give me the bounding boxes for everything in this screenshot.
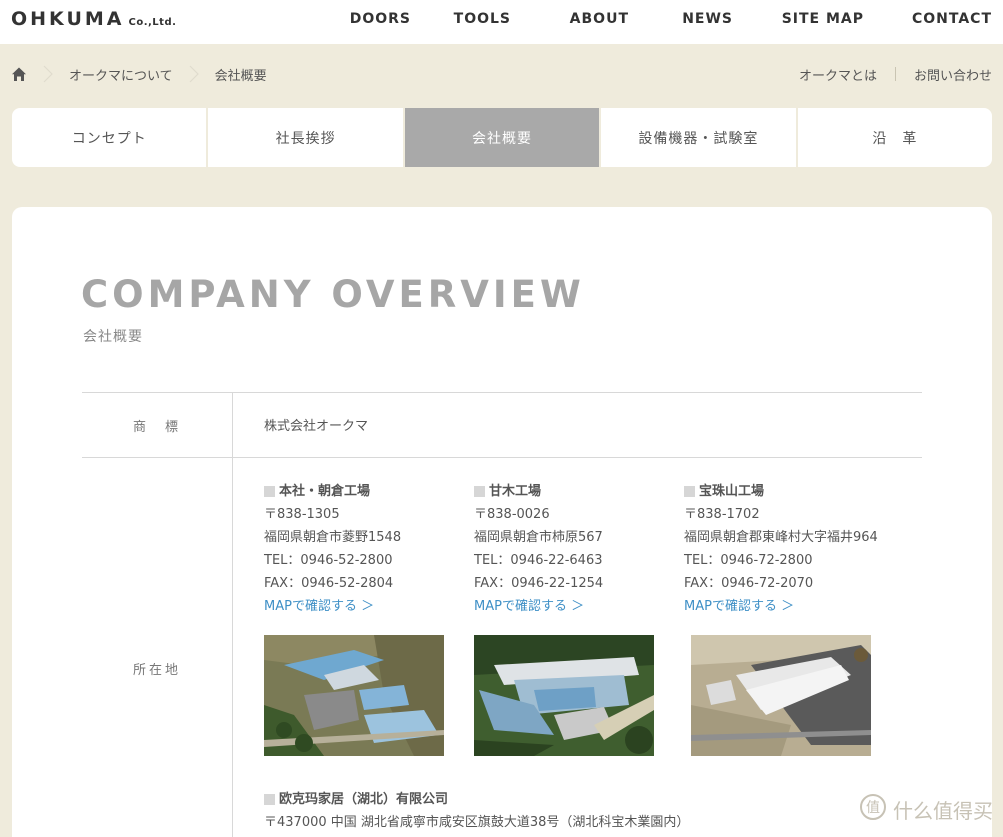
chevron-right-icon: [41, 64, 55, 84]
factory-aerial-photo: [264, 635, 444, 756]
factory-name-row: 宝珠山工場: [684, 480, 884, 503]
factory-name: 宝珠山工場: [699, 484, 765, 499]
overseas-office-address: 〒437000 中国 湖北省咸寧市咸安区旗鼓大道38号（湖北科宝木業園内）: [264, 815, 690, 830]
breadcrumb: オークマについて 会社概要: [11, 64, 267, 84]
square-bullet-icon: [684, 486, 695, 497]
page-title: COMPANY OVERVIEW: [81, 273, 585, 316]
overview-table: 商 標 株式会社オークマ 所在地 本社・朝倉工場 〒838-1305 福岡県朝倉…: [82, 392, 922, 837]
row-value-trademark: 株式会社オークマ: [264, 419, 369, 434]
factory-name-row: 本社・朝倉工場: [264, 480, 464, 503]
square-bullet-icon: [264, 486, 275, 497]
map-link[interactable]: MAPで確認する ＞: [474, 599, 584, 614]
table-row: 商 標 株式会社オークマ: [82, 393, 922, 458]
factory-tel: TEL：0946-52-2800: [264, 553, 393, 568]
square-bullet-icon: [264, 794, 275, 805]
overseas-office: 欧克玛家居（湖北）有限公司 〒437000 中国 湖北省咸寧市咸安区旗鼓大道38…: [264, 788, 689, 834]
table-row: 所在地 本社・朝倉工場 〒838-1305 福岡県朝倉市菱野1548 TEL：0…: [82, 458, 922, 837]
nav-tools[interactable]: TOOLS: [454, 11, 511, 27]
tab-history[interactable]: 沿 革: [798, 108, 992, 167]
factory-postal: 〒838-1305: [264, 507, 340, 522]
company-logo[interactable]: OHKUMA Co.,Ltd.: [11, 8, 176, 30]
factory-block: 宝珠山工場 〒838-1702 福岡県朝倉郡東峰村大字福井964 TEL：094…: [684, 480, 884, 618]
factory-postal: 〒838-0026: [474, 507, 550, 522]
chevron-right-icon: [187, 64, 201, 84]
factory-fax: FAX：0946-22-1254: [474, 576, 604, 591]
tab-greeting[interactable]: 社長挨拶: [208, 108, 405, 167]
factory-fax: FAX：0946-52-2804: [264, 576, 394, 591]
svg-text:值: 值: [866, 800, 880, 816]
breadcrumb-current: 会社概要: [214, 68, 267, 84]
overseas-office-name: 欧克玛家居（湖北）有限公司: [279, 792, 449, 807]
factory-address: 福岡県朝倉市菱野1548: [264, 530, 402, 545]
sub-links: オークマとは お問い合わせ: [799, 64, 992, 84]
map-link[interactable]: MAPで確認する ＞: [264, 599, 374, 614]
factory-address: 福岡県朝倉郡東峰村大字福井964: [684, 530, 878, 545]
link-inquiry[interactable]: お問い合わせ: [914, 65, 992, 84]
factory-block: 本社・朝倉工場 〒838-1305 福岡県朝倉市菱野1548 TEL：0946-…: [264, 480, 464, 618]
tab-concept[interactable]: コンセプト: [12, 108, 209, 167]
logo-text: OHKUMA: [11, 8, 125, 30]
factory-block: 甘木工場 〒838-0026 福岡県朝倉市柿原567 TEL：0946-22-6…: [474, 480, 674, 618]
factory-tel: TEL：0946-72-2800: [684, 553, 813, 568]
factory-fax: FAX：0946-72-2070: [684, 576, 814, 591]
factory-name-row: 欧克玛家居（湖北）有限公司: [264, 788, 689, 811]
section-tabs: コンセプト 社長挨拶 会社概要 設備機器・試験室 沿 革: [12, 108, 992, 167]
factory-aerial-photo: [474, 635, 654, 756]
watermark: 值 什么值得买: [859, 793, 993, 826]
nav-site-map[interactable]: SITE MAP: [782, 11, 864, 27]
tab-facilities[interactable]: 設備機器・試験室: [601, 108, 798, 167]
nav-about[interactable]: ABOUT: [570, 11, 629, 27]
site-header: OHKUMA Co.,Ltd. DOORS TOOLS ABOUT NEWS S…: [0, 0, 1003, 44]
map-link[interactable]: MAPで確認する ＞: [684, 599, 794, 614]
watermark-logo-icon: 值: [859, 793, 887, 826]
factory-name: 甘木工場: [489, 484, 542, 499]
content-card: COMPANY OVERVIEW 会社概要 商 標 株式会社オークマ 所在地 本…: [12, 207, 992, 837]
factory-name-row: 甘木工場: [474, 480, 674, 503]
breadcrumb-about[interactable]: オークマについて: [69, 65, 173, 84]
link-about-ohkuma[interactable]: オークマとは: [799, 65, 877, 84]
nav-contact[interactable]: CONTACT: [912, 11, 992, 27]
row-label-trademark: 商 標: [82, 393, 233, 457]
nav-doors[interactable]: DOORS: [350, 11, 411, 27]
factory-name: 本社・朝倉工場: [279, 484, 371, 499]
tab-company-overview[interactable]: 会社概要: [404, 108, 602, 167]
row-label-location: 所在地: [82, 458, 233, 837]
watermark-text: 什么值得买: [893, 799, 993, 823]
logo-suffix: Co.,Ltd.: [128, 17, 177, 28]
page-subtitle: 会社概要: [83, 329, 143, 345]
factory-address: 福岡県朝倉市柿原567: [474, 530, 603, 545]
nav-news[interactable]: NEWS: [682, 11, 733, 27]
divider: [894, 67, 896, 81]
factory-postal: 〒838-1702: [684, 507, 760, 522]
square-bullet-icon: [474, 486, 485, 497]
factory-tel: TEL：0946-22-6463: [474, 553, 603, 568]
factory-aerial-photo: [691, 635, 871, 756]
home-icon[interactable]: [11, 66, 27, 82]
